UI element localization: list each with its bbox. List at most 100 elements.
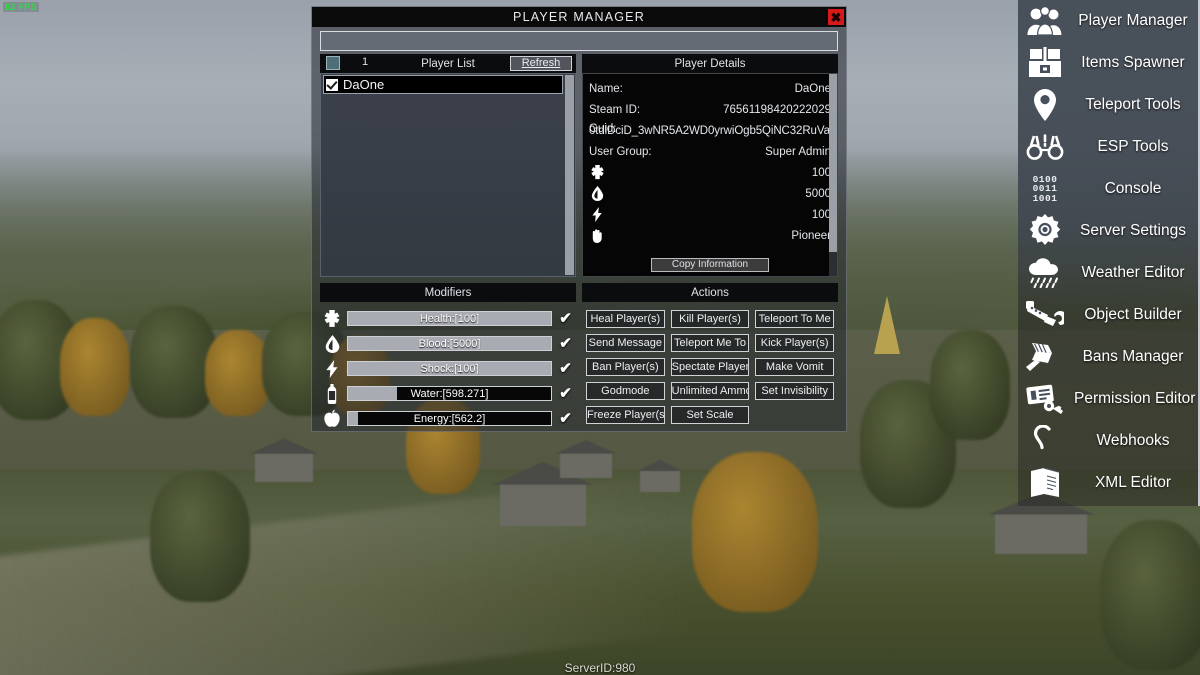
sidebar-item-console[interactable]: 0100 0011 1001 Console — [1018, 168, 1198, 210]
server-id-label: ServerID:980 — [564, 661, 636, 675]
building — [987, 492, 1095, 554]
modifier-label: Health:[100] — [419, 312, 480, 325]
detail-row-preset: Pioneer — [589, 225, 831, 246]
player-name: DaOne — [343, 77, 385, 92]
player-details-box: Name: DaOne Steam ID: 76561198420222029 … — [582, 73, 838, 277]
close-icon[interactable]: ✖ — [828, 9, 844, 25]
sidebar-label: Permission Editor — [1074, 390, 1196, 407]
window-title: PLAYER MANAGER — [513, 10, 645, 24]
sidebar-item-teleport-tools[interactable]: Teleport Tools — [1018, 84, 1198, 126]
ban-players-button[interactable]: Ban Player(s) — [586, 358, 665, 376]
teleport-me-to-button[interactable]: Teleport Me To — [670, 334, 750, 352]
modifier-apply-shock[interactable]: ✔ — [557, 361, 574, 376]
blood-drop-icon — [322, 334, 342, 354]
sidebar-item-items-spawner[interactable]: Items Spawner — [1018, 42, 1198, 84]
modifier-slider-health[interactable]: Health:[100] — [347, 311, 552, 326]
player-list-scrollbar[interactable] — [565, 75, 574, 275]
tree — [930, 330, 1010, 440]
set-scale-button[interactable]: Set Scale — [670, 406, 750, 424]
rain-cloud-icon — [1022, 253, 1068, 293]
teleport-to-me-button[interactable]: Teleport To Me — [755, 310, 834, 328]
heal-players-button[interactable]: Heal Player(s) — [586, 310, 665, 328]
binary-line: 1001 — [1032, 192, 1058, 204]
sidebar-label: Webhooks — [1096, 432, 1170, 449]
modifier-label: Energy:[562.2] — [413, 412, 486, 425]
detail-value: 76561198420222029 — [723, 103, 831, 116]
modifier-slider-shock[interactable]: Shock:[100] — [347, 361, 552, 376]
sidebar-item-object-builder[interactable]: Object Builder — [1018, 294, 1198, 336]
detail-key: Guid: — [589, 123, 617, 135]
detail-value: Super Admin — [765, 145, 831, 158]
send-message-button[interactable]: Send Message — [586, 334, 665, 352]
unlimited-ammo-button[interactable]: Unlimited Ammo — [670, 382, 750, 400]
modifiers-title: Modifiers — [424, 286, 472, 299]
modifier-slider-blood[interactable]: Blood:[5000] — [347, 336, 552, 351]
crane-icon — [1022, 295, 1068, 335]
modifier-slider-water[interactable]: Water:[598.271] — [347, 386, 552, 401]
binoculars-icon — [1022, 127, 1068, 167]
shock-bolt-icon — [322, 359, 342, 379]
player-details-title: Player Details — [674, 57, 746, 70]
refresh-button[interactable]: Refresh — [510, 56, 572, 71]
set-invisibility-button[interactable]: Set Invisibility — [755, 382, 834, 400]
player-details-scrollbar[interactable] — [829, 74, 837, 276]
crate-icon — [1022, 43, 1068, 83]
list-item[interactable]: DaOne — [323, 75, 563, 94]
sidebar-item-esp-tools[interactable]: ESP Tools — [1018, 126, 1198, 168]
people-icon — [1022, 1, 1068, 41]
kick-players-button[interactable]: Kick Player(s) — [755, 334, 834, 352]
gavel-icon — [1022, 337, 1068, 377]
sidebar-label: Items Spawner — [1081, 54, 1185, 71]
modifier-label: Blood:[5000] — [418, 337, 481, 350]
sidebar-label: Teleport Tools — [1085, 96, 1181, 113]
bottle-icon — [322, 383, 342, 404]
lower-columns: Modifiers Health:[100] ✔ Blood:[5000] ✔ … — [312, 277, 846, 437]
actions-panel: Actions Heal Player(s) Kill Player(s) Te… — [582, 283, 838, 437]
modifier-slider-energy[interactable]: Energy:[562.2] — [347, 411, 552, 426]
binary-code-icon: 0100 0011 1001 — [1022, 169, 1068, 209]
tree — [1100, 520, 1200, 670]
detail-row-steam-id: Steam ID: 76561198420222029 — [589, 99, 831, 120]
sidebar-item-server-settings[interactable]: Server Settings — [1018, 210, 1198, 252]
id-card-key-icon — [1022, 379, 1068, 419]
sidebar-label: ESP Tools — [1097, 138, 1169, 155]
freeze-players-button[interactable]: Freeze Player(s) — [586, 406, 665, 424]
detail-row-guid: Guid: 0tdlDciD_3wNR5A2WD0yrwiOgb5QiNC32R… — [589, 120, 831, 141]
actions-grid: Heal Player(s) Kill Player(s) Teleport T… — [582, 302, 838, 428]
player-list-header: 1 Player List Refresh — [320, 54, 576, 73]
player-list-box: DaOne — [320, 73, 576, 277]
hook-icon — [1022, 421, 1068, 461]
kill-players-button[interactable]: Kill Player(s) — [670, 310, 750, 328]
copy-information-button[interactable]: Copy Information — [651, 258, 769, 272]
detail-key: User Group: — [589, 145, 652, 158]
detail-value: Pioneer — [791, 229, 831, 242]
modifier-apply-energy[interactable]: ✔ — [557, 411, 574, 426]
modifier-apply-blood[interactable]: ✔ — [557, 336, 574, 351]
modifier-apply-water[interactable]: ✔ — [557, 386, 574, 401]
godmode-button[interactable]: Godmode — [586, 382, 665, 400]
spectate-player-button[interactable]: Spectate Player — [670, 358, 750, 376]
sidebar-item-webhooks[interactable]: Webhooks — [1018, 420, 1198, 462]
detail-value: DaOne — [794, 82, 831, 95]
modifier-label: Water:[598.271] — [410, 387, 489, 400]
detail-value: 5000 — [805, 187, 831, 200]
scrollbar-thumb[interactable] — [829, 74, 837, 252]
player-checkbox[interactable] — [326, 78, 338, 91]
window-titlebar: PLAYER MANAGER ✖ — [312, 7, 846, 27]
building — [493, 461, 593, 526]
modifier-apply-health[interactable]: ✔ — [557, 311, 574, 326]
detail-row-user-group: User Group: Super Admin — [589, 141, 831, 162]
player-details-header: Player Details — [582, 54, 838, 73]
sidebar-item-xml-editor[interactable]: XML Editor — [1018, 462, 1198, 504]
sidebar-item-weather-editor[interactable]: Weather Editor — [1018, 252, 1198, 294]
church-spire — [874, 296, 900, 354]
detail-row-name: Name: DaOne — [589, 78, 831, 99]
player-manager-window: PLAYER MANAGER ✖ 1 Player List Refresh D… — [311, 6, 847, 432]
modifiers-header: Modifiers — [320, 283, 576, 302]
sidebar-item-bans-manager[interactable]: Bans Manager — [1018, 336, 1198, 378]
make-vomit-button[interactable]: Make Vomit — [755, 358, 834, 376]
sidebar-item-player-manager[interactable]: Player Manager — [1018, 0, 1198, 42]
scrollbar-thumb[interactable] — [565, 75, 574, 275]
search-input[interactable] — [320, 31, 838, 51]
sidebar-item-permission-editor[interactable]: Permission Editor — [1018, 378, 1198, 420]
